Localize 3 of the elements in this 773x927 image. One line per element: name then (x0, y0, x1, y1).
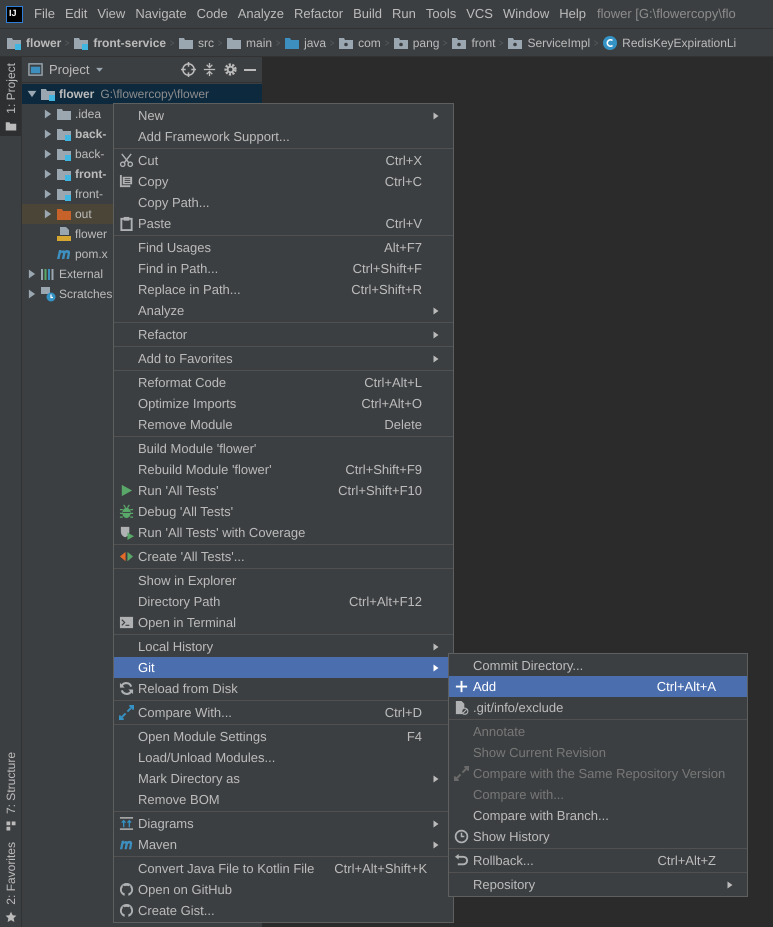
window-title: flower [G:\flowercopy\flo (596, 5, 736, 24)
path-label: G:\flowercopy\flower (100, 86, 210, 103)
app-logo: IJ (6, 6, 23, 22)
